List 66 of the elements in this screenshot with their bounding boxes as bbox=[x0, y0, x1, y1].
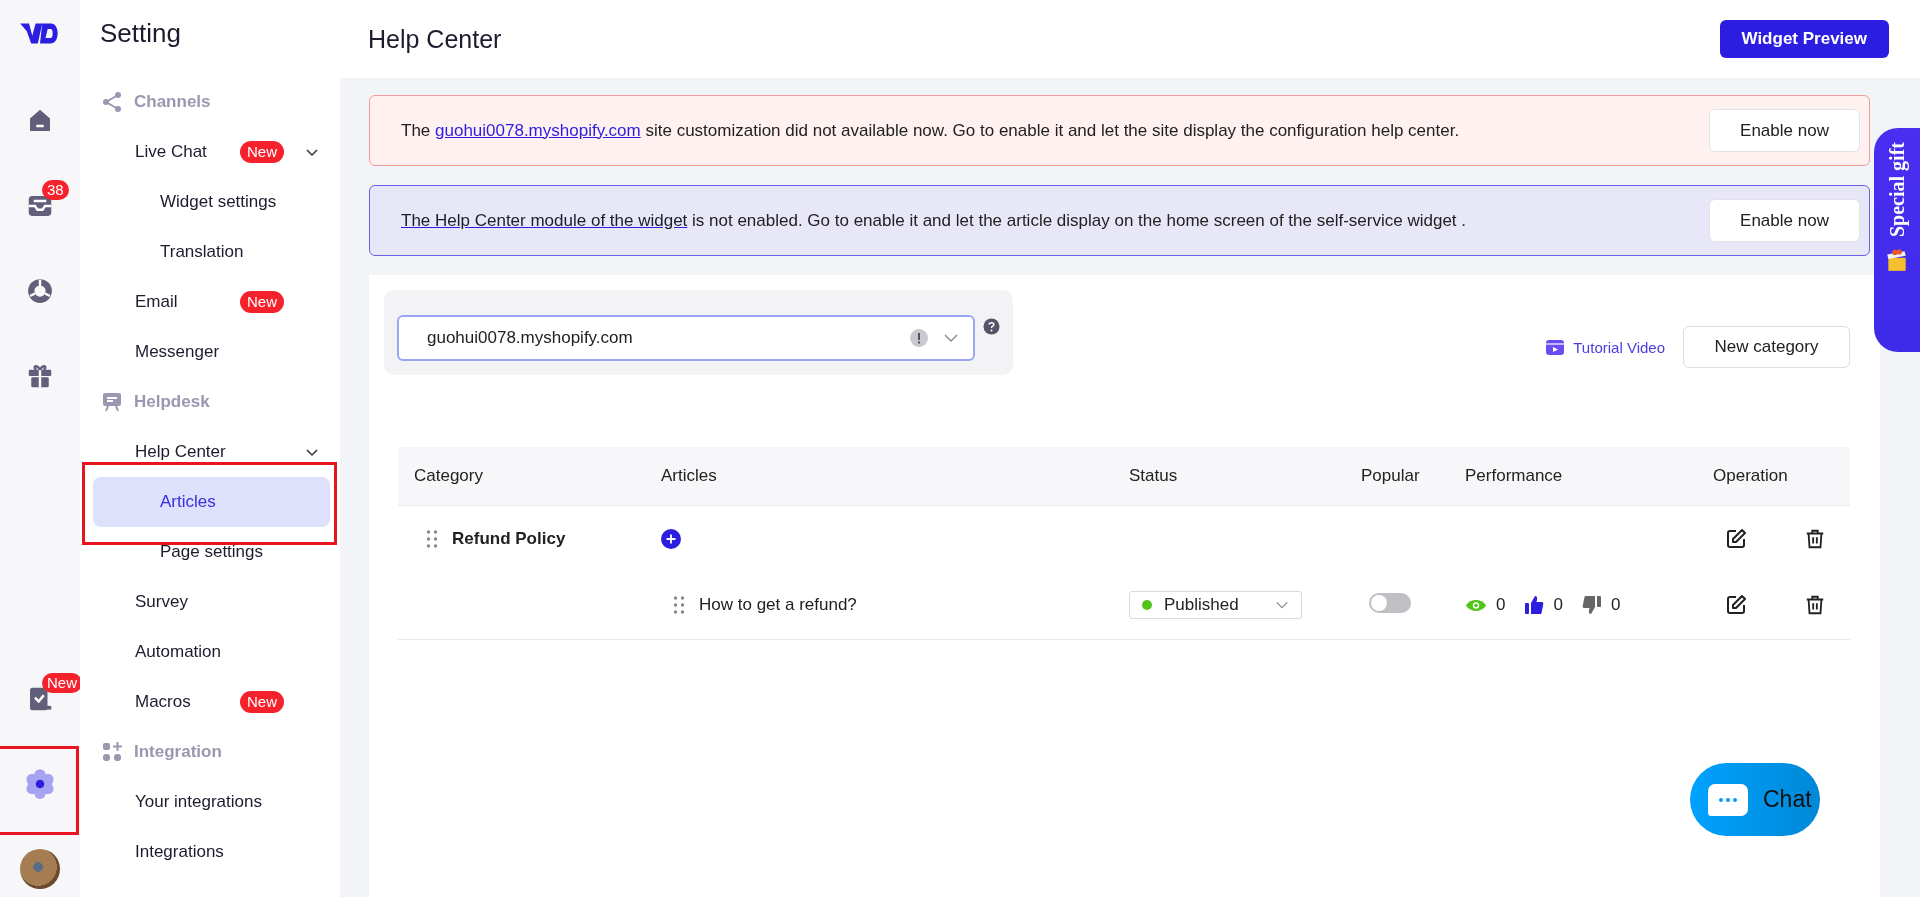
dislike-count: 0 bbox=[1610, 595, 1621, 615]
enable-now-button[interactable]: Enable now bbox=[1709, 199, 1860, 242]
edit-icon[interactable] bbox=[1724, 593, 1748, 617]
banner-message: The guohui0078.myshopify.com site customization did not available now. Go to enable it and let the site display the configuration help center. bbox=[401, 120, 1460, 141]
trash-icon[interactable] bbox=[1804, 527, 1826, 550]
new-badge: New bbox=[240, 691, 284, 713]
page-heading: Help Center bbox=[368, 24, 502, 54]
video-icon[interactable] bbox=[1545, 337, 1566, 357]
banner-message: The Help Center module of the widget is not enabled. Go to enable it and let the article display on the home screen of the self-service widget . bbox=[401, 210, 1466, 231]
new-badge: New bbox=[240, 141, 284, 163]
sidebar-item[interactable]: Integrations bbox=[80, 827, 340, 877]
sidebar-item[interactable]: Automation bbox=[80, 627, 340, 677]
special-gift-tab[interactable]: Special gift bbox=[1874, 128, 1920, 352]
sidebar-item[interactable]: Macros New bbox=[80, 677, 340, 727]
tutorial-video-link[interactable]: Tutorial Video bbox=[1545, 337, 1665, 357]
chat-bubble-icon[interactable] bbox=[1707, 782, 1749, 817]
column-header: Category bbox=[414, 466, 484, 486]
column-header: Operation bbox=[1713, 466, 1789, 486]
popular-toggle[interactable] bbox=[1369, 592, 1411, 613]
notification-badge: New bbox=[42, 673, 82, 693]
thumbs-up-icon[interactable] bbox=[1524, 595, 1545, 615]
widget-preview-button[interactable]: Widget Preview bbox=[1719, 20, 1889, 58]
trash-icon[interactable] bbox=[1804, 594, 1826, 616]
sidebar-item[interactable]: Articles bbox=[93, 477, 330, 527]
column-header: Status bbox=[1129, 466, 1179, 486]
drag-handle-icon[interactable] bbox=[426, 528, 438, 549]
column-header: Popular bbox=[1361, 466, 1421, 486]
donut-chart-icon[interactable] bbox=[25, 276, 55, 306]
sidebar-item[interactable]: Live Chat New bbox=[80, 127, 340, 177]
new-badge: New bbox=[240, 291, 284, 313]
status-dropdown[interactable]: Published bbox=[1129, 591, 1302, 619]
view-count: 0 bbox=[1496, 595, 1506, 615]
like-count: 0 bbox=[1553, 595, 1563, 615]
new-category-button[interactable]: New category bbox=[1683, 326, 1850, 368]
share-icon[interactable] bbox=[100, 90, 124, 114]
sidebar-item[interactable]: Page settings bbox=[80, 527, 340, 577]
sidebar-item[interactable]: Survey bbox=[80, 577, 340, 627]
thumbs-down-icon[interactable] bbox=[1581, 595, 1602, 615]
presentation-board-icon[interactable] bbox=[100, 390, 124, 414]
section-heading: Helpdesk bbox=[134, 392, 210, 412]
category-name: Refund Policy bbox=[452, 528, 566, 549]
apps-icon[interactable] bbox=[100, 740, 124, 764]
drag-handle-icon[interactable] bbox=[673, 595, 685, 615]
sidebar-item[interactable]: Your integrations bbox=[80, 777, 340, 827]
sidebar-item[interactable]: Widget settings bbox=[80, 177, 340, 227]
section-heading: Channels bbox=[134, 92, 211, 112]
notification-badge: 38 bbox=[42, 180, 69, 200]
enable-now-button[interactable]: Enable now bbox=[1709, 109, 1860, 152]
column-header: Articles bbox=[661, 466, 718, 486]
sidebar-item[interactable]: Messenger bbox=[80, 327, 340, 377]
section-heading: Integration bbox=[134, 742, 222, 762]
help-icon[interactable] bbox=[983, 318, 1000, 335]
banner-link[interactable]: The Help Center module of the widget bbox=[401, 210, 688, 230]
article-title: How to get a refund? bbox=[699, 595, 857, 615]
sidebar-item[interactable]: Translation bbox=[80, 227, 340, 277]
page-title: Setting bbox=[99, 17, 182, 50]
warning-icon[interactable] bbox=[909, 328, 929, 348]
store-select[interactable]: guohui0078.myshopify.com bbox=[397, 315, 975, 361]
sidebar-item[interactable]: Email New bbox=[80, 277, 340, 327]
add-icon[interactable] bbox=[661, 528, 681, 549]
gear-icon[interactable] bbox=[23, 767, 57, 801]
sidebar-item[interactable]: Help Center bbox=[80, 427, 340, 477]
edit-icon[interactable] bbox=[1724, 526, 1748, 551]
column-header: Performance bbox=[1465, 466, 1564, 486]
banner-link[interactable]: guohui0078.myshopify.com bbox=[435, 120, 641, 140]
avatar bbox=[20, 849, 60, 889]
